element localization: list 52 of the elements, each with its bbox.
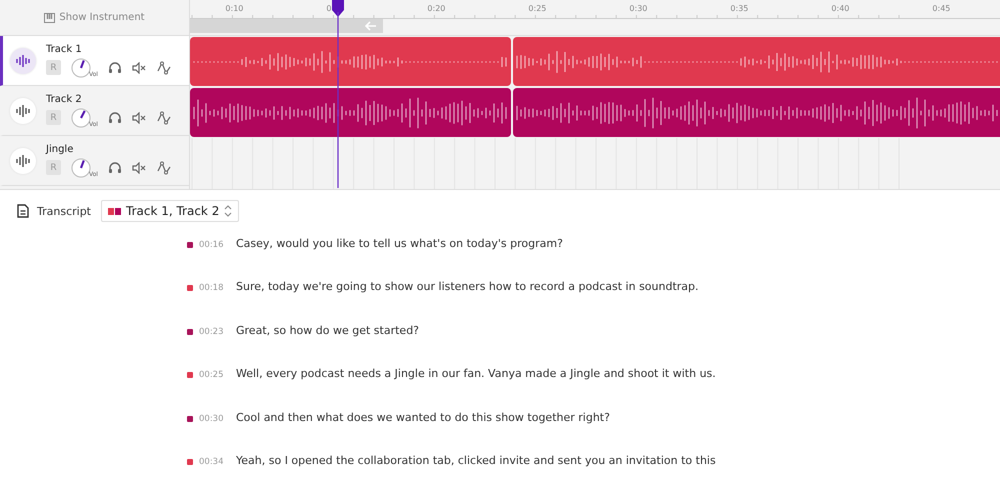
transcript-line: Casey, would you like to tell us what's on today's program?: [236, 237, 563, 250]
time-label: 0:30: [629, 4, 648, 13]
time-label: 0:40: [831, 4, 850, 13]
mute-icon[interactable]: [132, 62, 147, 74]
audio-clip[interactable]: [513, 88, 1000, 137]
headphones-icon[interactable]: [108, 111, 122, 124]
mute-icon[interactable]: [132, 112, 147, 124]
audio-clip[interactable]: [190, 88, 512, 137]
updown-caret-icon: [224, 205, 232, 217]
piano-icon: [44, 12, 56, 22]
transcript-line: Cool and then what does we wanted to do this show together right?: [236, 410, 610, 424]
volume-knob[interactable]: [71, 108, 91, 128]
playhead[interactable]: [331, 0, 346, 188]
timestamp[interactable]: 00:16: [199, 240, 236, 250]
time-label: 0:20: [427, 4, 446, 13]
track-name: Track 2: [46, 94, 83, 104]
transcript-line: Sure, today we're going to show our listeners how to record a podcast in soundtrap.: [236, 280, 699, 294]
timestamp[interactable]: 00:34: [199, 456, 236, 467]
timestamp[interactable]: 00:18: [199, 283, 236, 294]
show-instrument-button[interactable]: Show Instrument: [44, 12, 145, 23]
automation-icon[interactable]: [156, 160, 171, 174]
time-label: 0:45: [932, 4, 950, 13]
mute-icon[interactable]: [132, 162, 147, 174]
volume-knob[interactable]: [71, 158, 91, 178]
track-waveform-icon: [10, 98, 36, 124]
time-label: 0:10: [225, 4, 244, 13]
record-button[interactable]: R: [46, 60, 61, 75]
timestamp[interactable]: 00:23: [199, 326, 236, 337]
track-select[interactable]: Track 1, Track 2: [101, 200, 240, 222]
record-button[interactable]: R: [46, 160, 61, 175]
headphones-icon[interactable]: [108, 61, 122, 74]
timestamp[interactable]: 00:25: [199, 370, 236, 380]
time-label: 0:35: [730, 4, 748, 13]
select-value: Track 1, Track 2: [126, 204, 220, 218]
track-waveform-icon: [10, 48, 36, 74]
track-name: Jingle: [46, 144, 74, 154]
transcript-line: Well, every podcast needs a Jingle in our fan. Vanya made a Jingle and shoot it with us.: [236, 367, 716, 380]
transcript-line: Great, so how do we get started?: [236, 324, 420, 337]
audio-clip[interactable]: [513, 37, 1000, 86]
audio-clip[interactable]: [190, 37, 512, 86]
automation-icon[interactable]: [156, 60, 171, 74]
timestamp[interactable]: 00:30: [199, 414, 236, 424]
transcript-line: Yeah, so I opened the collaboration tab, clicked invite and sent you an invitation to this: [236, 454, 716, 467]
record-button[interactable]: R: [46, 110, 61, 125]
automation-icon[interactable]: [156, 110, 171, 124]
transcript-label: Transcript: [37, 204, 91, 218]
headphones-icon[interactable]: [108, 161, 122, 174]
track-name: Track 1: [46, 44, 83, 54]
track-waveform-icon: [10, 148, 36, 174]
document-icon: [17, 204, 29, 218]
volume-knob[interactable]: [71, 58, 91, 78]
time-label: 0:25: [528, 4, 546, 13]
